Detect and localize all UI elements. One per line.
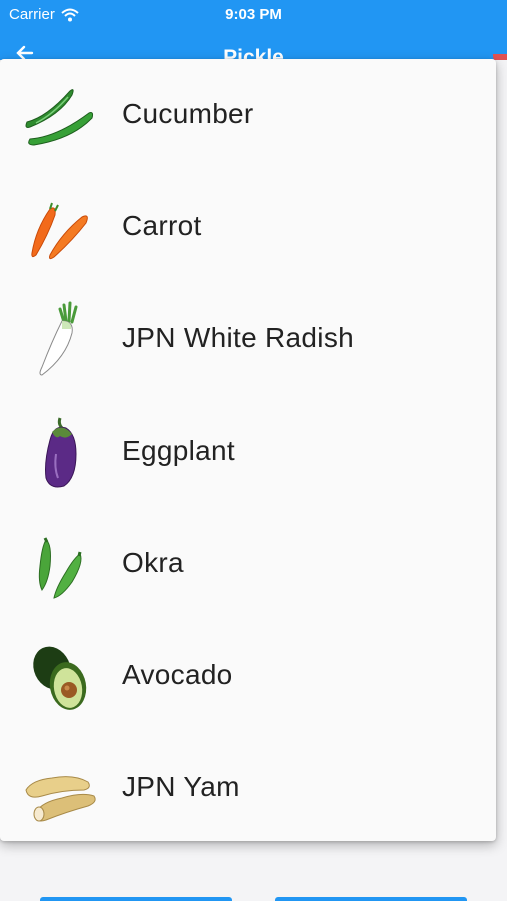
item-label: Carrot — [122, 210, 202, 241]
okra-icon — [38, 537, 82, 599]
bottom-button-left[interactable] — [40, 897, 232, 901]
vegetable-picker-sheet: Cucumber Carrot JPN White Radish Eggplan… — [0, 59, 496, 841]
list-item-carrot[interactable]: Carrot — [0, 171, 496, 283]
cucumber-icon — [25, 89, 94, 146]
list-item-cucumber[interactable]: Cucumber — [0, 59, 496, 171]
list-item-jpn-white-radish[interactable]: JPN White Radish — [0, 283, 496, 395]
list-item-jpn-yam[interactable]: JPN Yam — [0, 732, 496, 841]
item-label: Cucumber — [122, 98, 254, 129]
list-item-avocado[interactable]: Avocado — [0, 620, 496, 732]
page-title: Pickle — [223, 46, 284, 60]
item-label: Avocado — [122, 659, 233, 690]
bottom-button-right[interactable] — [275, 897, 467, 901]
avocado-icon — [33, 646, 87, 710]
item-label: Okra — [122, 547, 184, 578]
list-item-eggplant[interactable]: Eggplant — [0, 396, 496, 508]
app-bar: Pickle — [0, 28, 507, 60]
status-bar: Carrier 9:03 PM — [0, 0, 507, 28]
yam-icon — [25, 776, 96, 822]
radish-icon — [39, 301, 78, 376]
list-item-okra[interactable]: Okra — [0, 508, 496, 620]
item-label: Eggplant — [122, 435, 235, 466]
item-label: JPN Yam — [122, 771, 240, 802]
status-time: 9:03 PM — [225, 6, 282, 23]
eggplant-icon — [45, 417, 77, 488]
item-label: JPN White Radish — [122, 322, 354, 353]
carrot-icon — [31, 202, 88, 260]
